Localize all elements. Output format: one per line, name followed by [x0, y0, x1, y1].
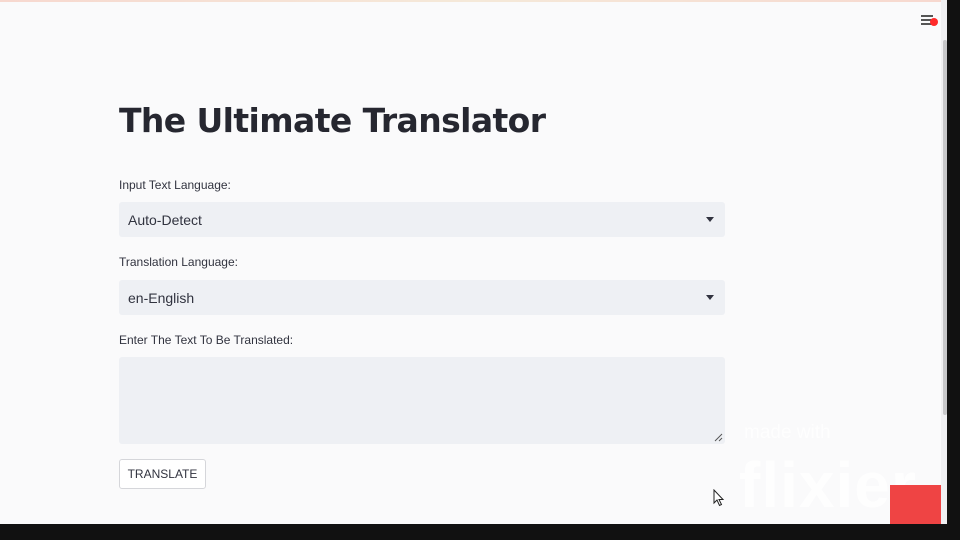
input-language-select[interactable]: Auto-Detect — [119, 202, 725, 237]
translation-language-select[interactable]: en-English — [119, 280, 725, 315]
translation-language-value: en-English — [128, 290, 195, 306]
translation-language-label: Translation Language: — [119, 255, 238, 269]
translate-button[interactable]: TRANSLATE — [119, 459, 206, 489]
watermark-made-with: made with — [744, 422, 831, 443]
top-decoration-line — [0, 0, 947, 2]
page-title: The Ultimate Translator — [119, 101, 546, 140]
notification-dot — [930, 18, 938, 26]
scrollbar-thumb[interactable] — [943, 40, 947, 415]
text-to-translate-field[interactable] — [119, 357, 725, 444]
resize-grip-icon[interactable] — [714, 433, 723, 442]
text-input-label: Enter The Text To Be Translated: — [119, 333, 294, 347]
caret-down-icon — [706, 295, 714, 300]
caret-down-icon — [706, 217, 714, 222]
app-viewport: The Ultimate Translator Input Text Langu… — [0, 0, 947, 524]
watermark-logo — [890, 485, 947, 524]
input-language-value: Auto-Detect — [128, 212, 202, 228]
input-language-label: Input Text Language: — [119, 178, 231, 192]
main-menu-button[interactable] — [919, 12, 938, 28]
mouse-pointer-icon — [713, 489, 725, 507]
